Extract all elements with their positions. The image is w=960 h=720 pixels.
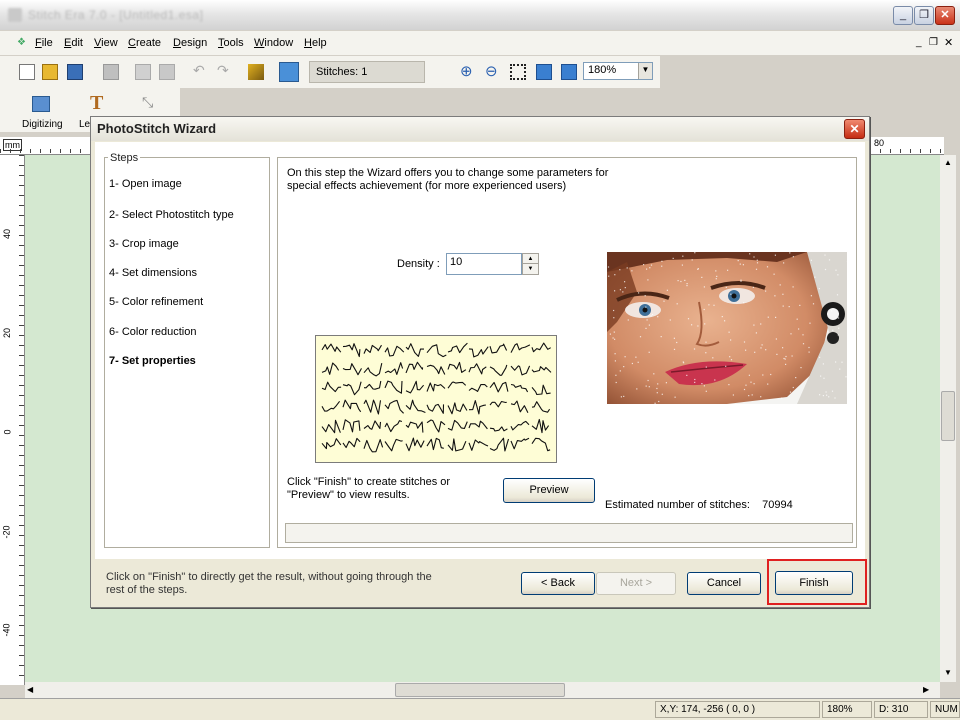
ruler-tick-label: 20 bbox=[2, 327, 13, 339]
ruler-tick-label: -20 bbox=[1, 525, 12, 539]
status-zoom: 180% bbox=[822, 701, 872, 718]
stitch-pattern-preview bbox=[315, 335, 557, 463]
status-coords: X,Y: 174, -256 ( 0, 0 ) bbox=[655, 701, 820, 718]
dialog-titlebar: PhotoStitch Wizard ✕ bbox=[91, 117, 869, 141]
paste-icon[interactable] bbox=[159, 64, 175, 80]
cancel-button[interactable]: Cancel bbox=[687, 572, 761, 595]
digitizing-label[interactable]: Digitizing bbox=[22, 119, 63, 130]
menu-tools[interactable]: Tools bbox=[218, 37, 244, 49]
lettering-label[interactable]: Le bbox=[79, 119, 90, 130]
scroll-thumb[interactable] bbox=[395, 683, 565, 697]
color-swatch-icon[interactable] bbox=[279, 62, 299, 82]
intro-text: On this step the Wizard offers you to ch… bbox=[287, 167, 609, 192]
spin-down-icon[interactable]: ▼ bbox=[523, 264, 538, 274]
mdi-close-icon[interactable]: ✕ bbox=[944, 36, 953, 49]
step-crop-image: 3- Crop image bbox=[109, 238, 179, 250]
zoom-in-icon[interactable]: ⊕ bbox=[460, 62, 476, 80]
stitch-pattern-graphic bbox=[321, 342, 552, 453]
scroll-down-icon[interactable]: ▼ bbox=[940, 665, 956, 681]
ruler-unit: mm bbox=[3, 139, 22, 151]
ruler-tick-label: 80 bbox=[874, 138, 885, 148]
menu-file[interactable]: File bbox=[35, 37, 53, 49]
menu-edit[interactable]: Edit bbox=[64, 37, 83, 49]
app-title: Stitch Era 7.0 - [Untitled1.esa] bbox=[28, 8, 204, 22]
step-open-image: 1- Open image bbox=[109, 178, 182, 190]
estimated-label: Estimated number of stitches: bbox=[605, 499, 750, 511]
step-color-refinement: 5- Color refinement bbox=[109, 296, 204, 308]
density-label: Density : bbox=[397, 258, 440, 270]
new-file-icon[interactable] bbox=[19, 64, 35, 80]
step-set-dimensions: 4- Set dimensions bbox=[109, 267, 198, 279]
preview-button[interactable]: Preview bbox=[503, 478, 595, 503]
scroll-thumb[interactable] bbox=[941, 391, 955, 441]
steps-header: Steps bbox=[108, 152, 141, 164]
hint-text: Click on "Finish" to directly get the re… bbox=[106, 571, 432, 596]
minimize-button[interactable]: _ bbox=[893, 6, 913, 25]
ruler-vertical: 40 20 0 -20 -40 bbox=[0, 155, 25, 685]
app-titlebar: Stitch Era 7.0 - [Untitled1.esa] _ ❐ ✕ bbox=[0, 0, 960, 30]
open-folder-icon[interactable] bbox=[42, 64, 58, 80]
print-icon[interactable] bbox=[103, 64, 119, 80]
step-select-type: 2- Select Photostitch type bbox=[109, 209, 234, 221]
progress-bar bbox=[285, 523, 853, 543]
scroll-left-icon[interactable]: ◀ bbox=[27, 682, 41, 698]
zoom-fit-icon[interactable] bbox=[536, 64, 552, 80]
ruler-tick-label: 40 bbox=[2, 228, 13, 240]
zoom-out-icon[interactable]: ⊖ bbox=[485, 62, 501, 80]
finish-button[interactable]: Finish bbox=[775, 571, 853, 595]
scroll-up-icon[interactable]: ▲ bbox=[940, 155, 956, 171]
design-tool-icon[interactable] bbox=[248, 64, 264, 80]
mdi-restore-icon[interactable]: ❐ bbox=[929, 37, 938, 48]
dialog-title: PhotoStitch Wizard bbox=[97, 121, 217, 136]
zoom-box-icon[interactable] bbox=[510, 64, 526, 80]
step-set-properties: 7- Set properties bbox=[109, 355, 196, 367]
click-finish-text: Click "Finish" to create stitches or "Pr… bbox=[287, 476, 451, 501]
zoom-select[interactable]: 180% ▼ bbox=[583, 62, 653, 80]
dialog-close-button[interactable]: ✕ bbox=[844, 119, 865, 139]
menu-bar: ❖ File Edit View Create Design Tools Win… bbox=[0, 31, 960, 55]
density-input[interactable]: 10 bbox=[446, 253, 522, 275]
scroll-right-icon[interactable]: ▶ bbox=[923, 682, 937, 698]
vertical-scrollbar[interactable]: ▲ ▼ bbox=[940, 155, 956, 682]
close-button[interactable]: ✕ bbox=[935, 6, 955, 25]
photo-preview bbox=[607, 252, 847, 404]
redo-icon[interactable]: ↷ bbox=[217, 62, 233, 78]
ruler-tick-label: -40 bbox=[1, 623, 12, 637]
undo-icon[interactable]: ↶ bbox=[193, 62, 209, 78]
back-button[interactable]: < Back bbox=[521, 572, 595, 595]
portrait-image bbox=[607, 252, 847, 404]
step-color-reduction: 6- Color reduction bbox=[109, 326, 197, 338]
menu-create[interactable]: Create bbox=[128, 37, 161, 49]
doc-icon: ❖ bbox=[17, 37, 26, 48]
zoom-value: 180% bbox=[588, 64, 617, 76]
status-d: D: 310 bbox=[874, 701, 928, 718]
digitizing-icon[interactable] bbox=[32, 96, 50, 112]
restore-button[interactable]: ❐ bbox=[914, 6, 934, 25]
stitch-count-field: Stitches: 1 bbox=[309, 61, 425, 83]
menu-view[interactable]: View bbox=[94, 37, 118, 49]
copy-icon[interactable] bbox=[135, 64, 151, 80]
zoom-actual-icon[interactable] bbox=[561, 64, 577, 80]
menu-window[interactable]: Window bbox=[254, 37, 293, 49]
chevron-down-icon[interactable]: ▼ bbox=[638, 63, 652, 79]
edit-node-icon[interactable]: ⤡ bbox=[142, 94, 153, 111]
menu-design[interactable]: Design bbox=[173, 37, 207, 49]
next-button[interactable]: Next > bbox=[596, 572, 676, 595]
ruler-tick-label: 0 bbox=[2, 429, 13, 435]
estimated-stitches: Estimated number of stitches: 70994 bbox=[605, 499, 793, 511]
save-icon[interactable] bbox=[67, 64, 83, 80]
photostitch-wizard-dialog: PhotoStitch Wizard ✕ Steps 1- Open image… bbox=[90, 116, 870, 608]
horizontal-scrollbar[interactable]: ◀ ▶ bbox=[25, 682, 940, 698]
status-num: NUM bbox=[930, 701, 960, 718]
menu-help[interactable]: Help bbox=[304, 37, 327, 49]
mdi-minimize-icon[interactable]: _ bbox=[916, 37, 922, 48]
estimated-value: 70994 bbox=[762, 499, 793, 511]
app-icon bbox=[8, 8, 22, 22]
lettering-icon[interactable]: T bbox=[90, 92, 103, 115]
density-stepper[interactable]: ▲ ▼ bbox=[522, 253, 539, 275]
spin-up-icon[interactable]: ▲ bbox=[523, 254, 538, 264]
